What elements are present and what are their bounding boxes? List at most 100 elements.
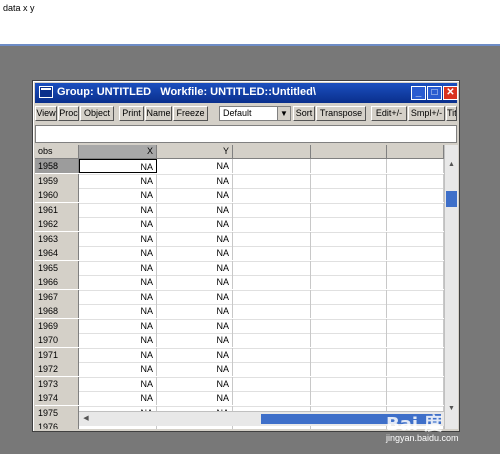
empty-cell[interactable] bbox=[311, 391, 387, 405]
empty-cell[interactable] bbox=[387, 289, 444, 304]
obs-cell[interactable]: 1960 bbox=[35, 188, 79, 202]
data-cell-y[interactable]: NA bbox=[157, 246, 233, 260]
data-cell-x[interactable]: NA bbox=[79, 275, 157, 289]
obs-cell[interactable]: 1962 bbox=[35, 217, 79, 231]
empty-cell[interactable] bbox=[387, 304, 444, 318]
data-cell-x[interactable]: NA bbox=[79, 246, 157, 260]
empty-cell[interactable] bbox=[233, 333, 311, 347]
obs-cell[interactable]: 1969 bbox=[35, 318, 79, 333]
obs-cell[interactable]: 1959 bbox=[35, 173, 79, 188]
empty-cell[interactable] bbox=[233, 260, 311, 275]
header-x[interactable]: X bbox=[79, 145, 157, 158]
data-cell-x[interactable]: NA bbox=[79, 362, 157, 376]
obs-cell[interactable]: 1975 bbox=[35, 405, 79, 420]
data-cell-y[interactable]: NA bbox=[157, 333, 233, 347]
empty-cell[interactable] bbox=[311, 188, 387, 202]
transpose-button[interactable]: Transpose bbox=[316, 106, 366, 121]
empty-cell[interactable] bbox=[311, 362, 387, 376]
header-empty-2[interactable] bbox=[311, 145, 387, 158]
empty-cell[interactable] bbox=[233, 376, 311, 391]
display-select[interactable]: Default ▼ bbox=[219, 106, 291, 121]
data-cell-x[interactable]: NA bbox=[79, 289, 157, 304]
data-cell-x[interactable]: NA bbox=[79, 260, 157, 275]
chevron-down-icon[interactable]: ▼ bbox=[277, 107, 290, 120]
empty-cell[interactable] bbox=[311, 304, 387, 318]
view-button[interactable]: View bbox=[35, 106, 57, 121]
empty-cell[interactable] bbox=[233, 173, 311, 188]
data-cell-x[interactable]: NA bbox=[79, 376, 157, 391]
data-cell-y[interactable]: NA bbox=[157, 217, 233, 231]
data-cell-y[interactable]: NA bbox=[157, 159, 233, 173]
header-y[interactable]: Y bbox=[157, 145, 233, 158]
close-button[interactable]: ✕ bbox=[443, 86, 458, 100]
empty-cell[interactable] bbox=[387, 217, 444, 231]
spreadsheet-grid[interactable]: obs X Y 1958 NA NA 1959 NA NA 1960 NA NA 1961 NA NA… bbox=[35, 145, 444, 429]
obs-cell[interactable]: 1976 bbox=[35, 420, 79, 429]
obs-cell[interactable]: 1963 bbox=[35, 231, 79, 246]
data-cell-y[interactable]: NA bbox=[157, 318, 233, 333]
empty-cell[interactable] bbox=[387, 246, 444, 260]
obs-cell[interactable]: 1971 bbox=[35, 347, 79, 362]
empty-cell[interactable] bbox=[233, 188, 311, 202]
data-cell-y[interactable]: NA bbox=[157, 289, 233, 304]
vertical-scroll-thumb[interactable] bbox=[446, 191, 457, 207]
empty-cell[interactable] bbox=[311, 318, 387, 333]
obs-cell[interactable]: 1970 bbox=[35, 333, 79, 347]
name-button[interactable]: Name bbox=[145, 106, 172, 121]
empty-cell[interactable] bbox=[311, 347, 387, 362]
data-cell-y[interactable]: NA bbox=[157, 391, 233, 405]
empty-cell[interactable] bbox=[387, 347, 444, 362]
vertical-scrollbar[interactable]: ▲ ▼ bbox=[444, 145, 458, 429]
obs-cell[interactable]: 1974 bbox=[35, 391, 79, 405]
group-window[interactable]: Group: UNTITLED Workfile: UNTITLED::Unti… bbox=[32, 80, 460, 432]
empty-cell[interactable] bbox=[311, 246, 387, 260]
data-cell-x[interactable]: NA bbox=[79, 188, 157, 202]
print-button[interactable]: Print bbox=[119, 106, 144, 121]
sort-button[interactable]: Sort bbox=[293, 106, 315, 121]
data-cell-y[interactable]: NA bbox=[157, 188, 233, 202]
empty-cell[interactable] bbox=[233, 289, 311, 304]
empty-cell[interactable] bbox=[311, 260, 387, 275]
header-empty-3[interactable] bbox=[387, 145, 444, 158]
data-cell-y[interactable]: NA bbox=[157, 202, 233, 217]
cell-edit-field[interactable] bbox=[35, 125, 457, 143]
data-cell-x[interactable]: NA bbox=[79, 318, 157, 333]
empty-cell[interactable] bbox=[387, 391, 444, 405]
data-cell-y[interactable]: NA bbox=[157, 260, 233, 275]
data-cell-x[interactable]: NA bbox=[79, 217, 157, 231]
obs-cell[interactable]: 1965 bbox=[35, 260, 79, 275]
maximize-button[interactable]: □ bbox=[427, 86, 442, 100]
empty-cell[interactable] bbox=[311, 231, 387, 246]
empty-cell[interactable] bbox=[233, 202, 311, 217]
empty-cell[interactable] bbox=[233, 217, 311, 231]
empty-cell[interactable] bbox=[311, 289, 387, 304]
empty-cell[interactable] bbox=[387, 231, 444, 246]
header-empty-1[interactable] bbox=[233, 145, 311, 158]
data-cell-x[interactable]: NA bbox=[79, 347, 157, 362]
empty-cell[interactable] bbox=[387, 260, 444, 275]
obs-cell[interactable]: 1972 bbox=[35, 362, 79, 376]
data-cell-x[interactable]: NA bbox=[79, 333, 157, 347]
data-cell-x[interactable]: NA bbox=[79, 231, 157, 246]
scroll-left-icon[interactable]: ◀ bbox=[81, 413, 91, 425]
data-cell-y[interactable]: NA bbox=[157, 362, 233, 376]
empty-cell[interactable] bbox=[387, 362, 444, 376]
proc-button[interactable]: Proc bbox=[58, 106, 79, 121]
obs-cell[interactable]: 1968 bbox=[35, 304, 79, 318]
empty-cell[interactable] bbox=[387, 333, 444, 347]
empty-cell[interactable] bbox=[233, 318, 311, 333]
data-cell-x[interactable]: NA bbox=[79, 391, 157, 405]
data-cell-y[interactable]: NA bbox=[157, 231, 233, 246]
data-cell-y[interactable]: NA bbox=[157, 347, 233, 362]
data-cell-y[interactable]: NA bbox=[157, 376, 233, 391]
data-cell-x[interactable]: NA bbox=[79, 159, 157, 173]
object-button[interactable]: Object bbox=[80, 106, 114, 121]
edit-toggle-button[interactable]: Edit+/- bbox=[371, 106, 407, 121]
obs-cell[interactable]: 1958 bbox=[35, 159, 79, 173]
empty-cell[interactable] bbox=[311, 217, 387, 231]
empty-cell[interactable] bbox=[311, 333, 387, 347]
empty-cell[interactable] bbox=[387, 376, 444, 391]
empty-cell[interactable] bbox=[387, 318, 444, 333]
empty-cell[interactable] bbox=[311, 202, 387, 217]
empty-cell[interactable] bbox=[233, 362, 311, 376]
